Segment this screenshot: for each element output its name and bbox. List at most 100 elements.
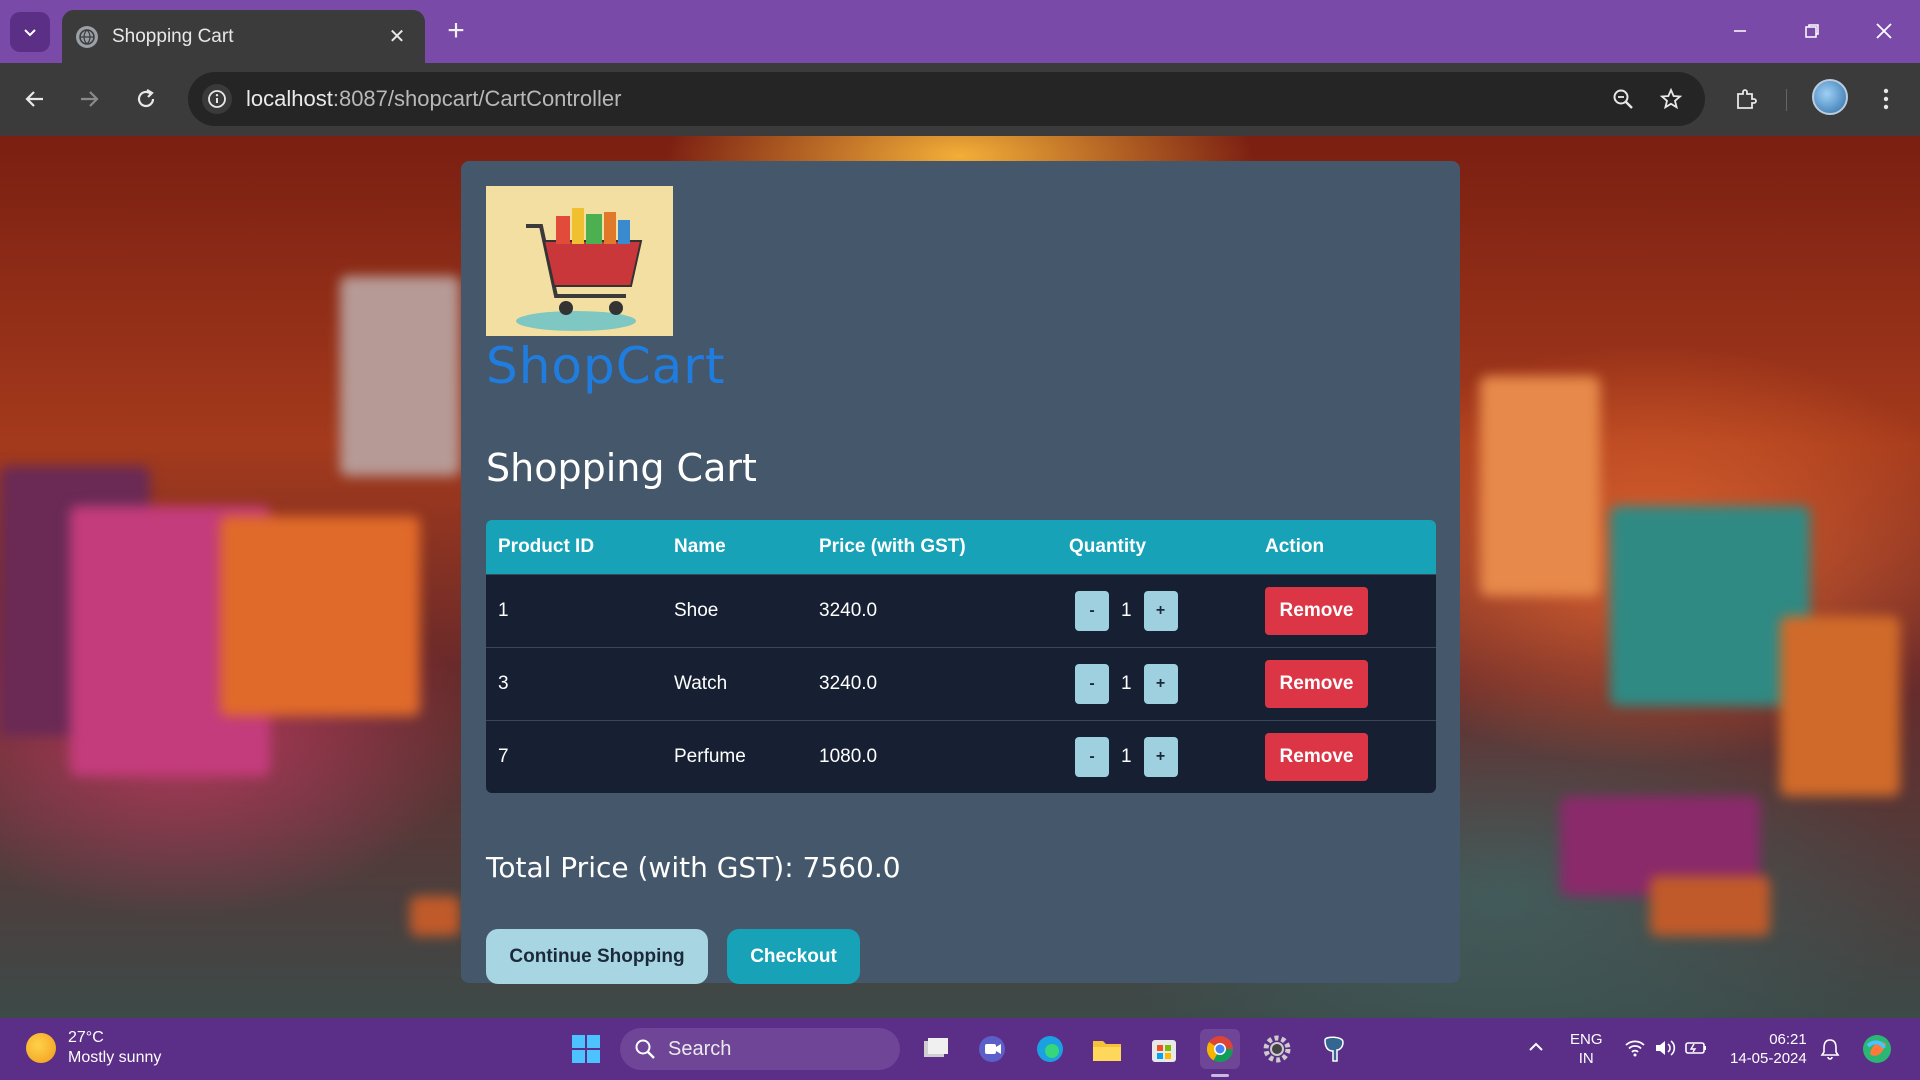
quantity-stepper: - 1 + bbox=[1069, 590, 1241, 631]
product-price-cell: 1080.0 bbox=[807, 719, 1057, 793]
quantity-cell: - 1 + bbox=[1057, 719, 1253, 793]
teams-meet-icon[interactable] bbox=[972, 1029, 1012, 1069]
extensions-button[interactable] bbox=[1725, 78, 1767, 120]
restore-button[interactable] bbox=[1782, 10, 1842, 52]
product-name-cell: Shoe bbox=[662, 573, 807, 647]
cart-table: Product ID Name Price (with GST) Quantit… bbox=[486, 520, 1436, 793]
clock-date: 14-05-2024 bbox=[1730, 1050, 1807, 1067]
table-row: 3 Watch 3240.0 - 1 + Remove bbox=[486, 646, 1436, 720]
background-box bbox=[1650, 876, 1770, 936]
remove-button[interactable]: Remove bbox=[1265, 586, 1368, 635]
start-button[interactable] bbox=[566, 1029, 606, 1069]
reload-button[interactable] bbox=[125, 78, 167, 120]
reload-icon bbox=[137, 89, 155, 108]
column-header: Name bbox=[662, 520, 807, 574]
continue-shopping-button[interactable]: Continue Shopping bbox=[486, 929, 708, 984]
page-title: Shopping Cart bbox=[486, 446, 757, 490]
file-explorer-icon[interactable] bbox=[1087, 1029, 1127, 1069]
quantity-stepper: - 1 + bbox=[1069, 736, 1241, 777]
decrease-quantity-button[interactable]: - bbox=[1075, 736, 1109, 777]
product-price-cell: 3240.0 bbox=[807, 573, 1057, 647]
product-id-cell: 1 bbox=[486, 573, 662, 647]
minimize-button[interactable] bbox=[1710, 10, 1770, 52]
settings-gear-icon[interactable] bbox=[1257, 1029, 1297, 1069]
action-cell: Remove bbox=[1253, 573, 1436, 647]
bookmark-star-icon[interactable] bbox=[1651, 79, 1691, 119]
close-window-button[interactable] bbox=[1854, 10, 1914, 52]
forward-button[interactable] bbox=[68, 78, 110, 120]
action-cell: Remove bbox=[1253, 719, 1436, 793]
clock-time: 06:21 bbox=[1769, 1031, 1807, 1048]
search-label: Search bbox=[668, 1037, 732, 1060]
remove-button[interactable]: Remove bbox=[1265, 659, 1368, 708]
address-bar[interactable]: localhost:8087/shopcart/CartController bbox=[188, 72, 1705, 126]
notification-bell-icon[interactable] bbox=[1820, 1038, 1840, 1065]
new-tab-button[interactable]: + bbox=[438, 14, 474, 50]
quantity-value: 1 bbox=[1121, 599, 1132, 621]
copilot-icon[interactable] bbox=[1860, 1032, 1894, 1071]
browser-tab[interactable]: Shopping Cart ✕ bbox=[62, 10, 425, 63]
edge-browser-icon[interactable] bbox=[1030, 1029, 1070, 1069]
clock[interactable]: 06:21 14-05-2024 bbox=[1730, 1030, 1807, 1068]
site-info-icon[interactable] bbox=[202, 84, 232, 114]
tab-title: Shopping Cart bbox=[112, 25, 234, 47]
product-price-cell: 3240.0 bbox=[807, 646, 1057, 720]
sun-icon bbox=[26, 1033, 56, 1063]
brand-logo-text[interactable]: ShopCart bbox=[486, 337, 725, 395]
decrease-quantity-button[interactable]: - bbox=[1075, 590, 1109, 631]
product-name-cell: Watch bbox=[662, 646, 807, 720]
page-viewport: ShopCart Shopping Cart Product ID Name P… bbox=[0, 136, 1920, 1018]
browser-menu-button[interactable] bbox=[1865, 78, 1907, 120]
globe-icon bbox=[76, 25, 98, 48]
profile-avatar[interactable] bbox=[1812, 79, 1848, 115]
close-tab-icon[interactable]: ✕ bbox=[383, 24, 411, 49]
minimize-icon bbox=[1734, 30, 1746, 32]
weather-temperature: 27°C bbox=[68, 1029, 104, 1046]
chrome-icon[interactable] bbox=[1200, 1029, 1240, 1069]
checkout-button[interactable]: Checkout bbox=[727, 929, 860, 984]
search-icon bbox=[635, 1039, 655, 1059]
increase-quantity-button[interactable]: + bbox=[1143, 590, 1178, 631]
remove-button[interactable]: Remove bbox=[1265, 732, 1368, 781]
quantity-cell: - 1 + bbox=[1057, 573, 1253, 647]
background-box bbox=[220, 516, 420, 716]
task-view-icon[interactable] bbox=[916, 1029, 956, 1069]
weather-widget[interactable]: 27°C Mostly sunny bbox=[26, 1028, 161, 1068]
tab-search-button[interactable] bbox=[10, 12, 50, 52]
background-box bbox=[1780, 616, 1900, 796]
column-header: Price (with GST) bbox=[807, 520, 1057, 574]
wifi-icon bbox=[1625, 1040, 1645, 1057]
close-icon bbox=[1876, 23, 1892, 39]
taskbar: 27°C Mostly sunny Search ENG IN 06:21 14… bbox=[0, 1018, 1920, 1080]
restore-icon bbox=[1805, 24, 1819, 38]
chevron-down-icon bbox=[24, 29, 36, 37]
taskbar-search[interactable]: Search bbox=[620, 1028, 900, 1070]
windows-logo-icon bbox=[572, 1035, 600, 1063]
microsoft-store-icon[interactable] bbox=[1144, 1029, 1184, 1069]
puzzle-icon bbox=[1737, 89, 1757, 109]
decrease-quantity-button[interactable]: - bbox=[1075, 663, 1109, 704]
region-code: IN bbox=[1578, 1050, 1594, 1067]
increase-quantity-button[interactable]: + bbox=[1143, 663, 1178, 704]
increase-quantity-button[interactable]: + bbox=[1143, 736, 1178, 777]
more-vertical-icon bbox=[1883, 88, 1889, 110]
speaker-icon bbox=[1656, 1040, 1676, 1056]
show-hidden-icons-chevron-icon[interactable] bbox=[1528, 1038, 1544, 1057]
back-button[interactable] bbox=[14, 78, 56, 120]
column-header: Quantity bbox=[1057, 520, 1253, 574]
network-volume-battery-group[interactable] bbox=[1624, 1039, 1708, 1062]
language-indicator[interactable]: ENG IN bbox=[1570, 1030, 1603, 1068]
active-app-indicator bbox=[1211, 1074, 1229, 1077]
url-path: :8087/shopcart/CartController bbox=[332, 86, 622, 111]
browser-tab-bar: Shopping Cart ✕ + bbox=[0, 0, 1920, 63]
zoom-icon[interactable] bbox=[1603, 79, 1643, 119]
url-text[interactable]: localhost:8087/shopcart/CartController bbox=[246, 86, 1595, 112]
quantity-stepper: - 1 + bbox=[1069, 663, 1241, 704]
postgres-elephant-icon[interactable] bbox=[1314, 1029, 1354, 1069]
battery-icon bbox=[1685, 1042, 1707, 1054]
weather-description: Mostly sunny bbox=[68, 1049, 162, 1066]
column-header: Product ID bbox=[486, 520, 662, 574]
cart-card: ShopCart Shopping Cart Product ID Name P… bbox=[461, 161, 1460, 984]
action-cell: Remove bbox=[1253, 646, 1436, 720]
table-row: 7 Perfume 1080.0 - 1 + Remove bbox=[486, 719, 1436, 793]
